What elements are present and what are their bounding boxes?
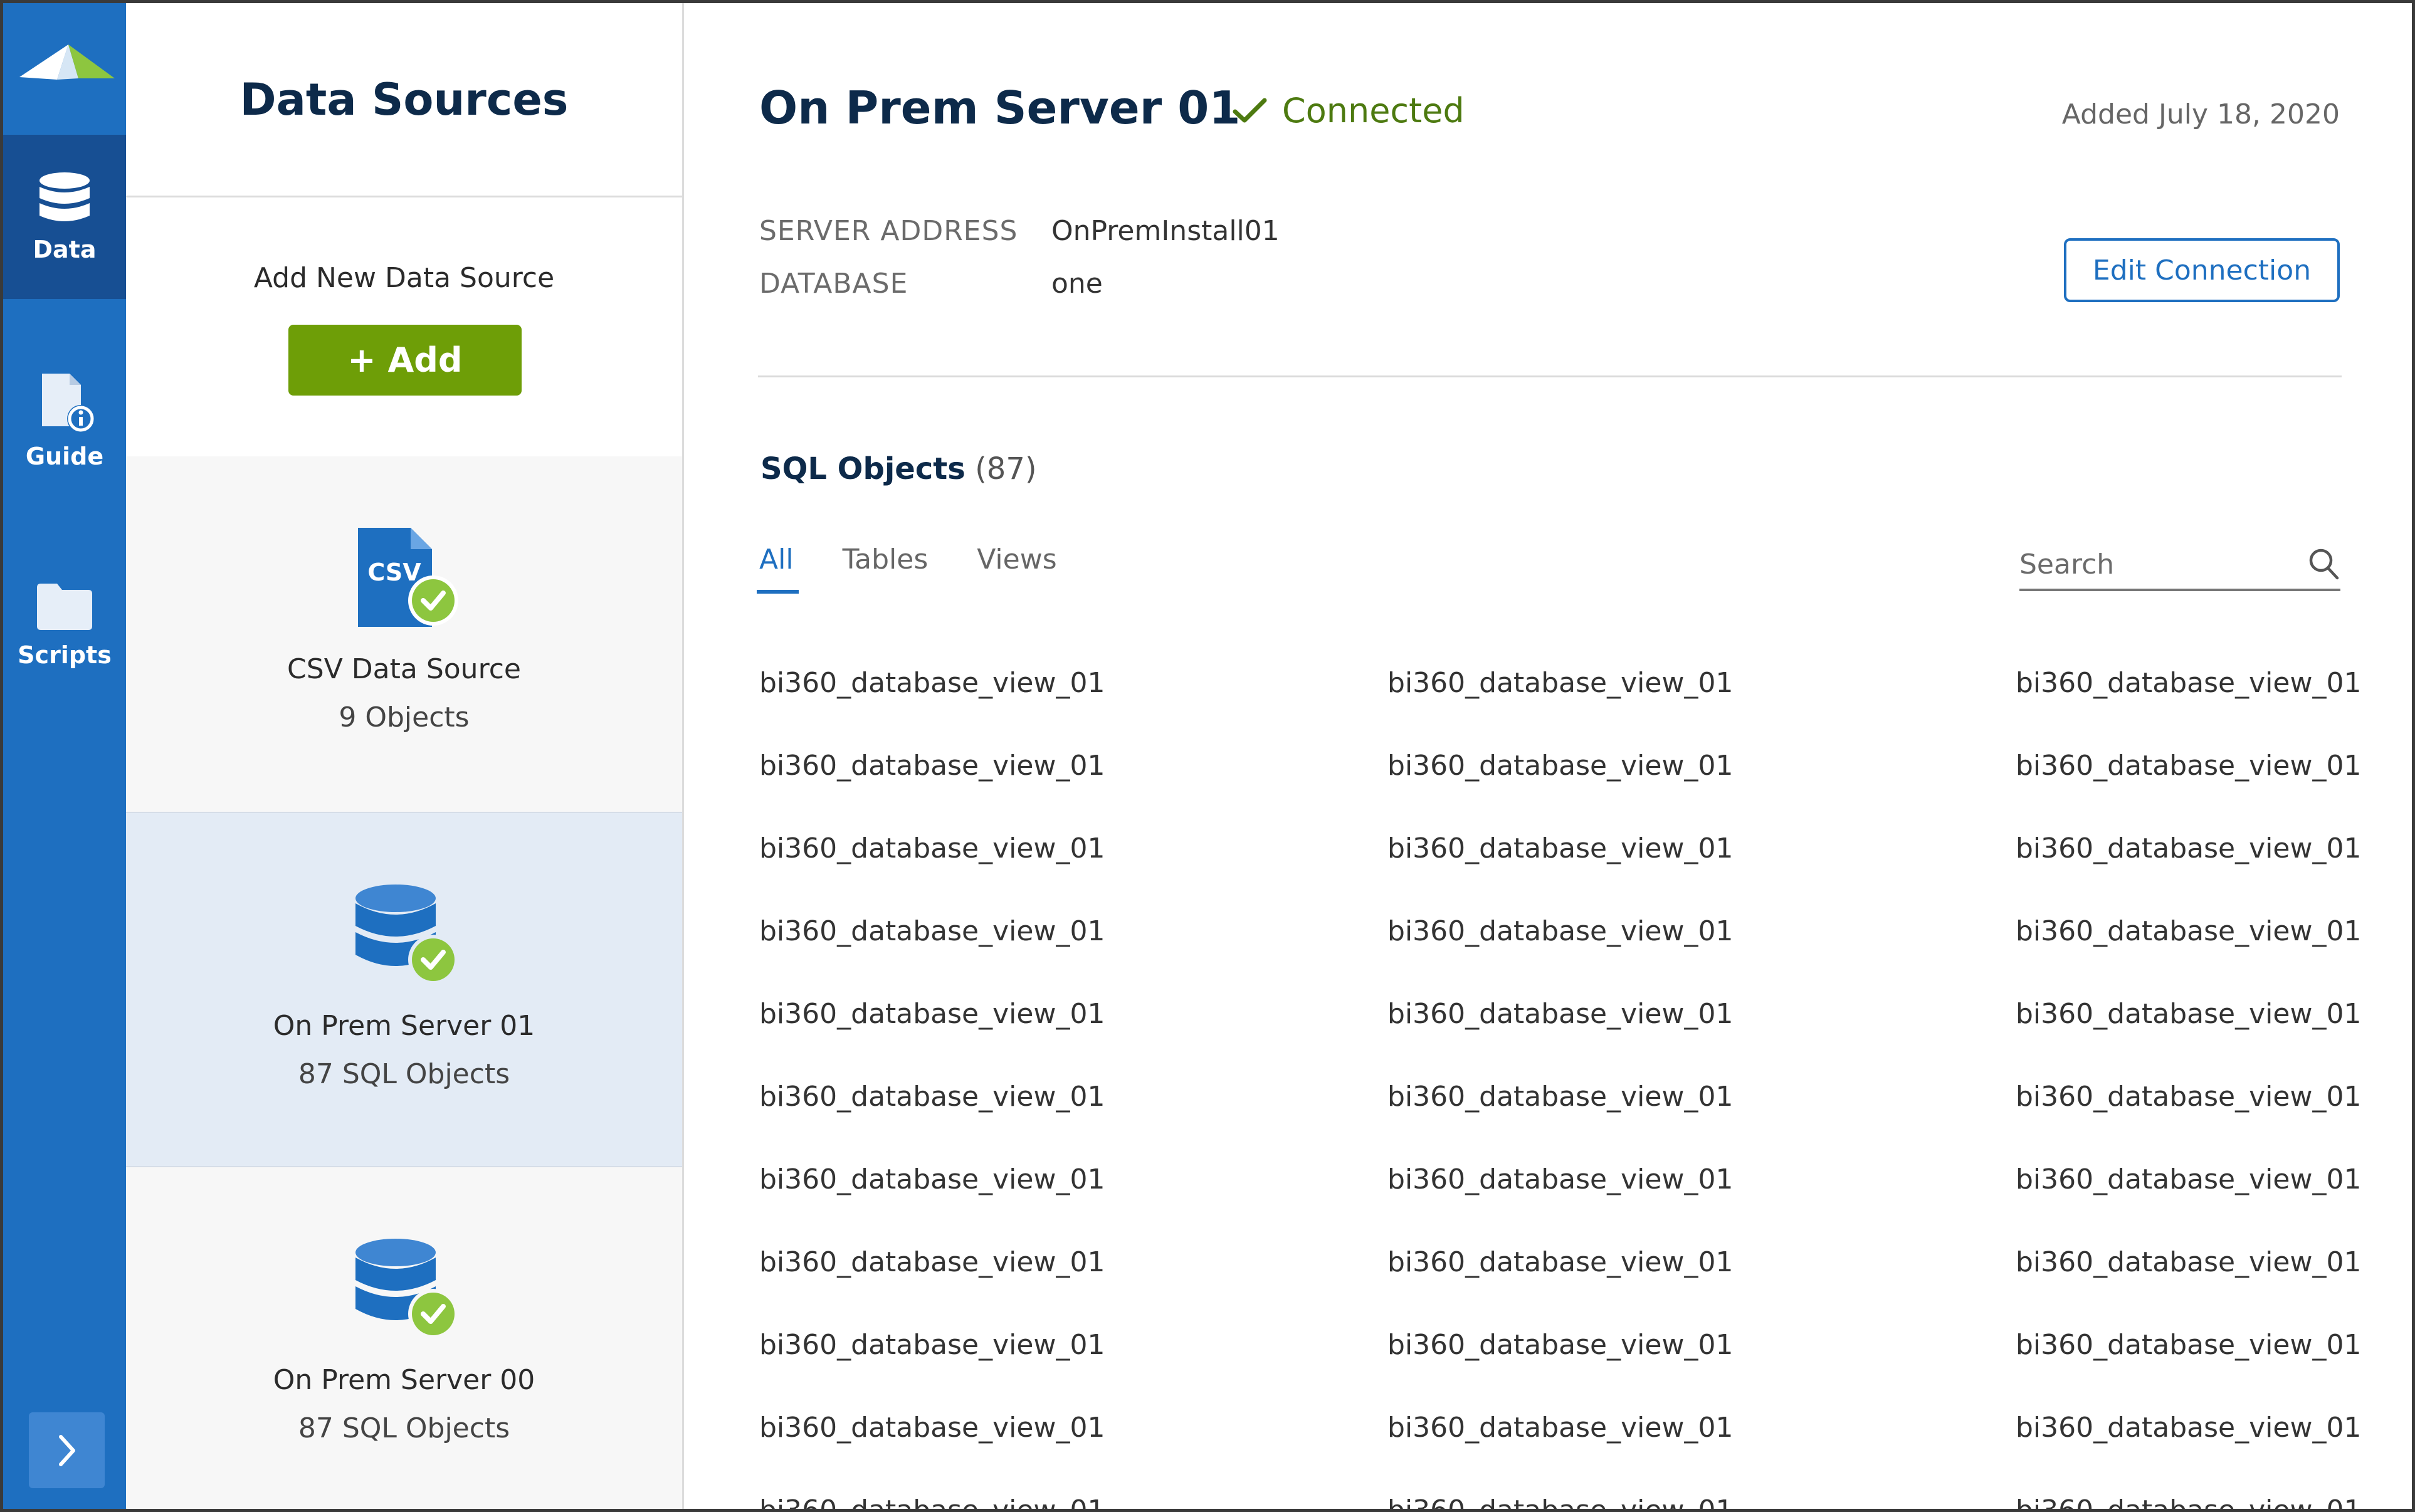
server-address-row: SERVER ADDRESS OnPremInstall01: [759, 215, 1280, 247]
nav-item-scripts[interactable]: Scripts: [3, 542, 126, 706]
sql-objects-count: (87): [975, 451, 1037, 486]
sql-object-item[interactable]: bi360_database_view_01: [1387, 664, 2016, 702]
sql-object-item[interactable]: bi360_database_view_01: [1387, 1492, 2016, 1509]
checkmark-icon: [1233, 98, 1267, 122]
tab-tables[interactable]: Tables: [841, 543, 930, 594]
search-input[interactable]: [2019, 543, 2295, 585]
sql-object-item[interactable]: bi360_database_view_01: [759, 1326, 1387, 1364]
sql-object-item[interactable]: bi360_database_view_01: [1387, 1244, 2016, 1281]
sql-object-item[interactable]: bi360_database_view_01: [2016, 1244, 2361, 1281]
nav-rail: Data Guide Scripts: [3, 3, 126, 1509]
source-card-on-prem-server-00[interactable]: On Prem Server 00 87 SQL Objects: [126, 1167, 682, 1509]
sql-object-item[interactable]: bi360_database_view_01: [1387, 1078, 2016, 1116]
nav-item-guide[interactable]: Guide: [3, 339, 126, 503]
source-name: On Prem Server 00: [273, 1364, 535, 1396]
sql-object-item[interactable]: bi360_database_view_01: [1387, 913, 2016, 950]
source-count: 87 SQL Objects: [298, 1412, 510, 1444]
data-sources-panel: Data Sources Add New Data Source + Add C…: [126, 3, 684, 1509]
search-box: [2019, 543, 2340, 591]
panel-title: Data Sources: [126, 3, 682, 197]
sql-object-item[interactable]: bi360_database_view_01: [759, 747, 1387, 785]
nav-item-label: Data: [33, 236, 97, 263]
divider: [758, 375, 2342, 377]
source-name: CSV Data Source: [287, 653, 521, 685]
tab-all[interactable]: All: [757, 543, 799, 594]
sql-object-item[interactable]: bi360_database_view_01: [2016, 1161, 2361, 1199]
status-text: Connected: [1282, 91, 1465, 130]
sql-objects-label: SQL Objects: [760, 451, 965, 486]
chevron-right-icon: [58, 1434, 75, 1466]
database-label: DATABASE: [759, 268, 908, 300]
sql-object-item[interactable]: bi360_database_view_01: [759, 830, 1387, 868]
sql-object-item[interactable]: bi360_database_view_01: [759, 995, 1387, 1033]
added-date: Added July 18, 2020: [2061, 98, 2340, 130]
server-address-label: SERVER ADDRESS: [759, 215, 1018, 247]
sql-object-item[interactable]: bi360_database_view_01: [1387, 830, 2016, 868]
sql-object-item[interactable]: bi360_database_view_01: [1387, 1409, 2016, 1447]
sql-object-item[interactable]: bi360_database_view_01: [1387, 1326, 2016, 1364]
sql-object-item[interactable]: bi360_database_view_01: [759, 1078, 1387, 1116]
sql-object-item[interactable]: bi360_database_view_01: [759, 1244, 1387, 1281]
server-address-value: OnPremInstall01: [1051, 215, 1280, 247]
source-card-on-prem-server-01[interactable]: On Prem Server 01 87 SQL Objects: [126, 812, 682, 1167]
expand-nav-button[interactable]: [29, 1412, 105, 1488]
tab-views[interactable]: Views: [976, 543, 1058, 594]
object-filter-tabs: All Tables Views: [757, 543, 1105, 594]
sql-object-item[interactable]: bi360_database_view_01: [1387, 747, 2016, 785]
app-logo: [3, 3, 126, 135]
connection-status: Connected: [1232, 91, 1465, 130]
source-detail: On Prem Server 01 Connected Added July 1…: [684, 3, 2412, 1509]
source-card-csv[interactable]: CSV CSV Data Source 9 Objects: [126, 456, 682, 812]
nav-item-label: Scripts: [18, 641, 112, 669]
sql-object-item[interactable]: bi360_database_view_01: [759, 1492, 1387, 1509]
sql-object-item[interactable]: bi360_database_view_01: [2016, 913, 2361, 950]
sql-object-item[interactable]: bi360_database_view_01: [2016, 995, 2361, 1033]
source-count: 9 Objects: [339, 701, 470, 733]
database-value: one: [1051, 268, 1103, 300]
sql-object-item[interactable]: bi360_database_view_01: [2016, 830, 2361, 868]
sql-object-item[interactable]: bi360_database_view_01: [2016, 1409, 2361, 1447]
database-icon: [354, 1236, 458, 1343]
csv-icon-text: CSV: [367, 559, 421, 586]
sql-object-item[interactable]: bi360_database_view_01: [2016, 1326, 2361, 1364]
sql-object-item[interactable]: bi360_database_view_01: [1387, 995, 2016, 1033]
nav-item-data[interactable]: Data: [3, 135, 126, 299]
guide-icon: [42, 374, 95, 433]
sql-object-item[interactable]: bi360_database_view_01: [759, 664, 1387, 702]
sql-objects-grid: bi360_database_view_01 bi360_database_vie…: [759, 664, 2361, 1509]
database-icon: [39, 172, 90, 221]
database-row: DATABASE one: [759, 268, 1103, 300]
app-window: Data Guide Scripts Data Sources Add New …: [0, 0, 2415, 1512]
sql-object-item[interactable]: bi360_database_view_01: [759, 1409, 1387, 1447]
csv-file-icon: CSV: [354, 525, 458, 632]
sql-object-item[interactable]: bi360_database_view_01: [1387, 1161, 2016, 1199]
folder-icon: [37, 584, 92, 630]
sql-object-item[interactable]: bi360_database_view_01: [2016, 1492, 2361, 1509]
source-name: On Prem Server 01: [273, 1010, 535, 1042]
sql-object-item[interactable]: bi360_database_view_01: [759, 1161, 1387, 1199]
sql-objects-heading: SQL Objects (87): [760, 451, 1037, 486]
server-title: On Prem Server 01: [759, 81, 1241, 134]
search-icon[interactable]: [2308, 547, 2340, 581]
sql-object-item[interactable]: bi360_database_view_01: [2016, 664, 2361, 702]
add-source-label: Add New Data Source: [253, 262, 555, 294]
nav-item-label: Guide: [25, 443, 104, 470]
source-count: 87 SQL Objects: [298, 1058, 510, 1090]
database-icon: [354, 882, 458, 989]
sql-object-item[interactable]: bi360_database_view_01: [2016, 747, 2361, 785]
add-source-button[interactable]: + Add: [288, 325, 522, 396]
sql-object-item[interactable]: bi360_database_view_01: [2016, 1078, 2361, 1116]
add-source-area: Add New Data Source + Add: [126, 199, 682, 456]
edit-connection-button[interactable]: Edit Connection: [2064, 238, 2340, 302]
sql-object-item[interactable]: bi360_database_view_01: [759, 913, 1387, 950]
